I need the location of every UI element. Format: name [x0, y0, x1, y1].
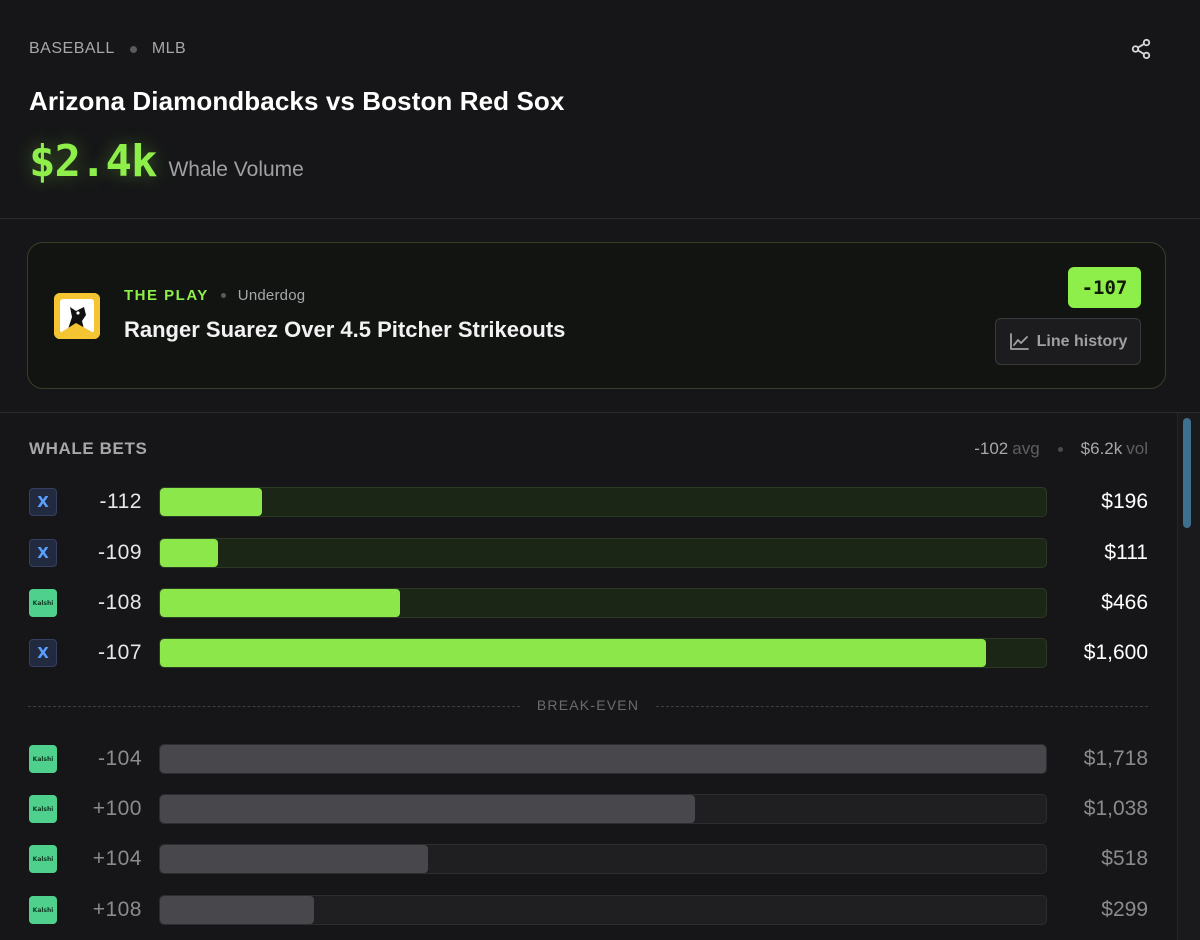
bet-odds: +100: [92, 797, 142, 820]
scrollbar-thumb[interactable]: [1183, 418, 1191, 528]
whale-bet-row[interactable]: Kalshi +100 $1,038: [0, 794, 1200, 824]
kalshi-source-icon: Kalshi: [29, 589, 57, 617]
kalshi-source-icon: Kalshi: [29, 845, 57, 873]
play-kicker: THE PLAY: [124, 287, 209, 304]
whale-volume-label: Whale Volume: [168, 158, 304, 181]
bet-amount: $196: [1101, 490, 1148, 513]
bet-odds: +108: [92, 898, 142, 921]
total-volume-value: $6.2k: [1080, 439, 1123, 458]
breadcrumb-sport[interactable]: BASEBALL: [29, 40, 115, 58]
line-history-button[interactable]: Line history: [995, 318, 1141, 365]
stats-separator: [1057, 446, 1063, 452]
total-volume-unit: vol: [1126, 439, 1148, 458]
whale-bet-row[interactable]: Kalshi -108 $466: [0, 588, 1200, 618]
share-icon: [1131, 38, 1151, 60]
break-even-divider: BREAK-EVEN: [28, 697, 1148, 715]
bet-volume-bar-fill: [160, 639, 986, 667]
event-header: BASEBALL MLB Arizona Diamondbacks vs Bos…: [0, 0, 1200, 219]
whale-bet-row[interactable]: Kalshi +104 $518: [0, 844, 1200, 874]
kalshi-source-icon: Kalshi: [29, 896, 57, 924]
whale-bet-row[interactable]: Kalshi +108 $299: [0, 895, 1200, 925]
bet-volume-bar: [159, 538, 1047, 568]
line-history-label: Line history: [1036, 332, 1128, 350]
breadcrumb-league[interactable]: MLB: [152, 40, 186, 58]
bet-odds: -112: [99, 490, 142, 513]
whale-bet-row[interactable]: X -112 $196: [0, 487, 1200, 517]
bet-volume-bar: [159, 794, 1047, 824]
bet-odds: -107: [97, 641, 142, 664]
bet-volume-bar: [159, 844, 1047, 874]
page-title: Arizona Diamondbacks vs Boston Red Sox: [29, 86, 565, 116]
underdog-logo-icon: [54, 293, 100, 339]
whale-bet-row[interactable]: X -107 $1,600: [0, 638, 1200, 668]
bet-volume-bar-fill: [160, 845, 428, 873]
bet-odds: -108: [97, 591, 142, 614]
play-meta-separator: [220, 293, 226, 298]
bet-odds: -109: [97, 541, 142, 564]
bet-volume-bar-fill: [160, 589, 401, 617]
breadcrumb-separator: [129, 45, 137, 53]
bet-volume-bar: [159, 895, 1047, 925]
play-meta: THE PLAY Underdog: [124, 287, 305, 304]
whale-volume: $2.4k Whale Volume: [29, 136, 304, 187]
kalshi-source-icon: Kalshi: [29, 795, 57, 823]
bet-volume-bar-fill: [160, 795, 696, 823]
bet-amount: $1,038: [1083, 797, 1148, 820]
bet-volume-bar-fill: [160, 539, 218, 567]
play-card[interactable]: THE PLAY Underdog Ranger Suarez Over 4.5…: [27, 242, 1166, 389]
bet-odds: +104: [92, 847, 142, 870]
bet-odds: -104: [97, 747, 142, 770]
bet-amount: $518: [1101, 847, 1148, 870]
bet-amount: $299: [1101, 898, 1148, 921]
bet-amount: $1,600: [1083, 641, 1148, 664]
avg-odds-unit: avg: [1012, 439, 1040, 458]
whale-bets-title: WHALE BETS: [29, 439, 148, 458]
bet-amount: $466: [1101, 591, 1148, 614]
whale-bet-row[interactable]: X -109 $111: [0, 538, 1200, 568]
whale-bet-row[interactable]: Kalshi -104 $1,718: [0, 744, 1200, 774]
breadcrumb: BASEBALL MLB: [29, 40, 186, 58]
line-chart-icon: [1009, 332, 1029, 350]
avg-odds-value: -102: [974, 439, 1009, 458]
bet-volume-bar: [159, 487, 1047, 517]
section-divider: [0, 412, 1200, 413]
break-even-line-right: [656, 706, 1148, 707]
play-book: Underdog: [237, 287, 306, 304]
play-title: Ranger Suarez Over 4.5 Pitcher Strikeout…: [124, 317, 566, 342]
x-source-icon: X: [29, 639, 57, 667]
bet-volume-bar: [159, 744, 1047, 774]
kalshi-source-icon: Kalshi: [29, 745, 57, 773]
x-source-icon: X: [29, 539, 57, 567]
bet-volume-bar: [159, 588, 1047, 618]
play-odds-badge: -107: [1068, 267, 1141, 308]
x-source-icon: X: [29, 488, 57, 516]
whale-volume-amount: $2.4k: [29, 136, 157, 187]
bet-volume-bar: [159, 638, 1047, 668]
bet-volume-bar-fill: [160, 896, 315, 924]
bet-amount: $1,718: [1083, 747, 1148, 770]
share-button[interactable]: [1126, 34, 1156, 64]
whale-bets-stats: -102 avg $6.2k vol: [974, 439, 1148, 459]
bet-amount: $111: [1104, 541, 1148, 564]
bet-volume-bar-fill: [160, 745, 1046, 773]
bet-volume-bar-fill: [160, 488, 262, 516]
break-even-label: BREAK-EVEN: [536, 697, 640, 713]
